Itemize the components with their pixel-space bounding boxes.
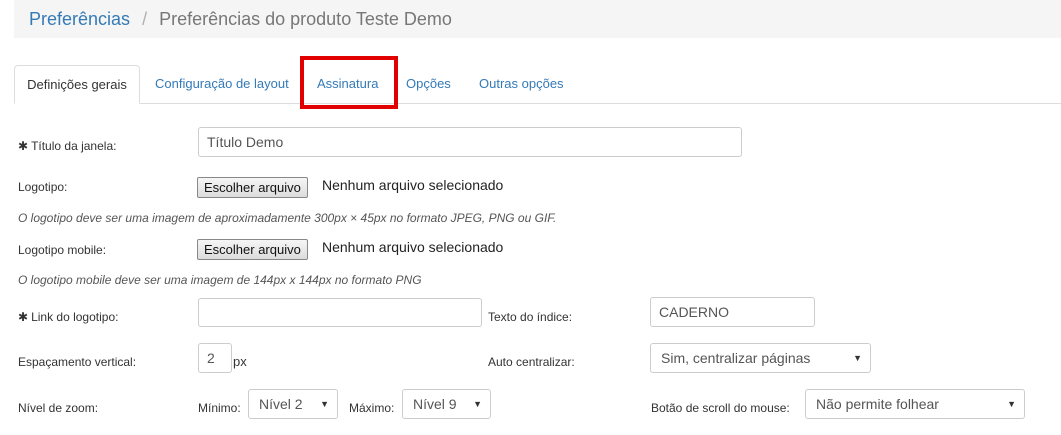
zoom-level-label: Nível de zoom: xyxy=(18,401,99,415)
tab-options[interactable]: Opções xyxy=(406,65,451,103)
logo-file-status: Nenhum arquivo selecionado xyxy=(322,177,504,193)
logo-help-text: O logotipo deve ser uma imagem de aproxi… xyxy=(18,211,557,225)
index-text-input[interactable] xyxy=(650,297,815,327)
required-marker: ✱ xyxy=(18,139,29,153)
caret-down-icon: ▼ xyxy=(320,399,329,409)
breadcrumb-current: Preferências do produto Teste Demo xyxy=(159,8,452,29)
window-title-input[interactable] xyxy=(198,127,742,157)
breadcrumb-separator: / xyxy=(142,8,148,29)
window-title-label: ✱ Título da janela: xyxy=(18,139,117,153)
caret-down-icon: ▼ xyxy=(1007,399,1016,409)
logo-choose-file-button[interactable]: Escolher arquivo xyxy=(197,177,308,198)
auto-center-label: Auto centralizar: xyxy=(488,355,575,369)
auto-center-selected-value: Sim, centralizar páginas xyxy=(661,350,811,366)
logo-mobile-file-status: Nenhum arquivo selecionado xyxy=(322,239,504,255)
scroll-button-select[interactable]: Não permite folhear ▼ xyxy=(805,389,1025,419)
vertical-spacing-label: Espaçamento vertical: xyxy=(18,355,137,369)
zoom-min-select[interactable]: Nível 2 ▼ xyxy=(248,389,338,419)
zoom-min-label: Mínimo: xyxy=(198,401,241,415)
scroll-button-selected-value: Não permite folhear xyxy=(816,396,939,412)
index-text-label: Texto do índice: xyxy=(488,310,573,324)
logo-label: Logotipo: xyxy=(18,180,68,194)
vertical-spacing-unit: px xyxy=(233,354,247,369)
zoom-max-selected-value: Nível 9 xyxy=(413,396,457,412)
breadcrumb: Preferências / Preferências do produto T… xyxy=(14,0,1061,38)
breadcrumb-root-link[interactable]: Preferências xyxy=(29,9,130,30)
scroll-button-label: Botão de scroll do mouse: xyxy=(651,401,790,415)
logo-link-input[interactable] xyxy=(198,298,482,327)
tab-general-definitions[interactable]: Definições gerais xyxy=(14,65,140,104)
required-marker: ✱ xyxy=(18,310,29,324)
zoom-max-select[interactable]: Nível 9 ▼ xyxy=(402,389,491,419)
caret-down-icon: ▼ xyxy=(853,353,862,363)
auto-center-select[interactable]: Sim, centralizar páginas ▼ xyxy=(650,343,871,373)
logo-link-label: ✱ Link do logotipo: xyxy=(18,310,119,324)
tab-bar: Definições gerais Configuração de layout… xyxy=(14,65,1061,104)
logo-mobile-choose-file-button[interactable]: Escolher arquivo xyxy=(197,239,308,260)
zoom-min-selected-value: Nível 2 xyxy=(259,396,303,412)
logo-mobile-help-text: O logotipo mobile deve ser uma imagem de… xyxy=(18,273,422,287)
vertical-spacing-input[interactable] xyxy=(198,343,232,373)
tab-signature[interactable]: Assinatura xyxy=(317,65,378,103)
tab-layout-configuration[interactable]: Configuração de layout xyxy=(155,65,289,103)
caret-down-icon: ▼ xyxy=(473,399,482,409)
logo-mobile-label: Logotipo mobile: xyxy=(18,243,107,257)
tab-other-options[interactable]: Outras opções xyxy=(479,65,564,103)
zoom-max-label: Máximo: xyxy=(349,401,395,415)
